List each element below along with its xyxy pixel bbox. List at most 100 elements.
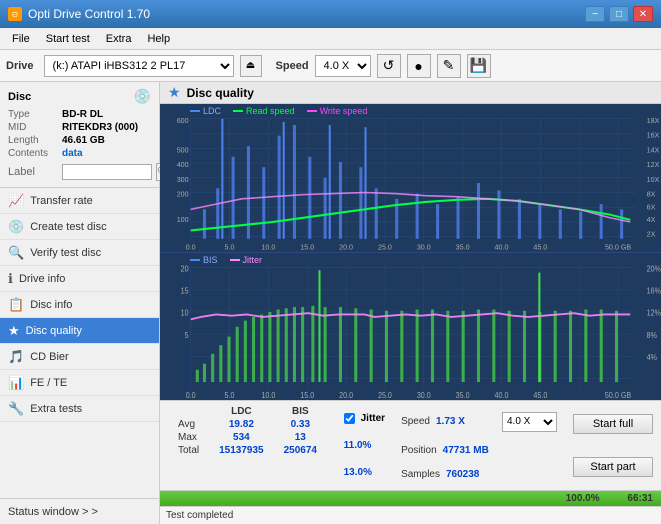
bis-chart-legend: BIS Jitter	[190, 255, 262, 265]
nav-verify-test-disc[interactable]: 🔍 Verify test disc	[0, 240, 159, 266]
record-button[interactable]: ●	[407, 54, 431, 78]
label-input[interactable]	[62, 164, 152, 180]
jitter-max-value: 13.0%	[344, 467, 372, 478]
svg-text:5: 5	[185, 330, 190, 340]
svg-text:40.0: 40.0	[495, 390, 509, 400]
max-bis: 13	[274, 431, 327, 444]
read-speed-legend: Read speed	[233, 106, 295, 116]
ldc-legend-label: LDC	[203, 106, 221, 116]
avg-label: Avg	[168, 418, 209, 431]
nav-transfer-rate[interactable]: 📈 Transfer rate	[0, 188, 159, 214]
label-row: Label 🔍	[8, 163, 151, 181]
drive-label: Drive	[6, 60, 34, 72]
svg-text:35.0: 35.0	[456, 242, 470, 251]
jitter-section: Jitter 11.0% 13.0%	[336, 401, 393, 490]
edit-button[interactable]: ✎	[437, 54, 461, 78]
status-text: Test completed	[166, 510, 233, 521]
disc-info-icon: 📋	[8, 297, 24, 313]
svg-text:8%: 8%	[647, 330, 657, 340]
type-field: Type BD-R DL	[8, 109, 151, 120]
speed-row: Speed 1.73 X 4.0 X	[401, 412, 557, 432]
nav-extra-tests[interactable]: 🔧 Extra tests	[0, 396, 159, 422]
content-area: ★ Disc quality LDC Read speed	[160, 82, 661, 524]
nav-cd-bier[interactable]: 🎵 CD Bier	[0, 344, 159, 370]
total-label: Total	[168, 444, 209, 457]
refresh-button[interactable]: ↺	[377, 54, 401, 78]
transfer-rate-icon: 📈	[8, 193, 24, 209]
menu-start-test[interactable]: Start test	[38, 31, 98, 47]
progress-text: 100.0% 66:31	[566, 493, 653, 504]
toolbar: Drive (k:) ATAPI iHBS312 2 PL17 ⏏ Speed …	[0, 50, 661, 82]
svg-text:30.0: 30.0	[417, 390, 431, 400]
jitter-avg-row: 11.0%	[344, 440, 385, 451]
svg-text:12%: 12%	[647, 308, 661, 318]
position-key: Position	[401, 445, 437, 456]
menu-bar: File Start test Extra Help	[0, 28, 661, 50]
svg-text:50.0 GB: 50.0 GB	[605, 390, 631, 400]
nav-disc-info[interactable]: 📋 Disc info	[0, 292, 159, 318]
svg-text:20%: 20%	[647, 263, 661, 273]
label-label: Label	[8, 166, 58, 178]
nav-disc-quality[interactable]: ★ Disc quality	[0, 318, 159, 344]
speed-select[interactable]: 4.0 X	[502, 412, 557, 432]
speed-selector[interactable]: 4.0 X 2.0 X 8.0 X	[315, 55, 371, 77]
menu-help[interactable]: Help	[139, 31, 178, 47]
svg-text:8X: 8X	[647, 190, 656, 199]
svg-text:20.0: 20.0	[339, 390, 353, 400]
maximize-button[interactable]: □	[609, 6, 629, 22]
disc-panel-title: Disc	[8, 91, 31, 103]
total-ldc: 15137935	[209, 444, 274, 457]
save-button[interactable]: 💾	[467, 54, 491, 78]
nav-disc-quality-label: Disc quality	[26, 325, 82, 337]
main-layout: Disc 💿 Type BD-R DL MID RITEKDR3 (000) L…	[0, 82, 661, 524]
svg-text:30.0: 30.0	[417, 242, 431, 251]
mid-value: RITEKDR3 (000)	[62, 122, 138, 133]
start-part-button[interactable]: Start part	[573, 457, 653, 477]
svg-text:14X: 14X	[647, 145, 660, 154]
jitter-legend: Jitter	[230, 255, 263, 265]
svg-text:4X: 4X	[647, 215, 656, 224]
nav-drive-info-label: Drive info	[19, 273, 65, 285]
max-row: Max 534 13	[168, 431, 327, 444]
avg-bis: 0.33	[274, 418, 327, 431]
length-value: 46.61 GB	[62, 135, 105, 146]
jitter-max-row: 13.0%	[344, 467, 385, 478]
svg-text:0.0: 0.0	[186, 242, 196, 251]
start-full-button[interactable]: Start full	[573, 414, 653, 434]
menu-file[interactable]: File	[4, 31, 38, 47]
minimize-button[interactable]: −	[585, 6, 605, 22]
speed-value: 1.73 X	[436, 416, 496, 427]
jitter-checkbox[interactable]	[344, 413, 355, 424]
ldc-chart-svg: 600 500 400 300 200 100 18X 16X 14X 12X …	[160, 104, 661, 252]
length-field: Length 46.61 GB	[8, 135, 151, 146]
close-button[interactable]: ✕	[633, 6, 653, 22]
svg-text:0.0: 0.0	[186, 390, 196, 400]
disc-panel-header: Disc 💿	[8, 88, 151, 105]
nav-fe-te[interactable]: 📊 FE / TE	[0, 370, 159, 396]
stats-bar: LDC BIS Avg 19.82 0.33 Max	[160, 400, 661, 490]
nav-create-test-disc[interactable]: 💿 Create test disc	[0, 214, 159, 240]
svg-text:10.0: 10.0	[261, 242, 275, 251]
svg-text:16%: 16%	[647, 285, 661, 295]
eject-button[interactable]: ⏏	[240, 55, 262, 77]
svg-text:10: 10	[181, 308, 189, 318]
charts-area: LDC Read speed Write speed	[160, 104, 661, 400]
avg-row: Avg 19.82 0.33	[168, 418, 327, 431]
drive-selector[interactable]: (k:) ATAPI iHBS312 2 PL17	[44, 55, 234, 77]
nav-drive-info[interactable]: ℹ Drive info	[0, 266, 159, 292]
svg-text:10.0: 10.0	[261, 390, 275, 400]
contents-value: data	[62, 148, 83, 159]
speed-label: Speed	[276, 60, 309, 72]
progress-percent: 100.0%	[566, 493, 600, 504]
jitter-label: Jitter	[361, 413, 385, 424]
nav-create-test-disc-label: Create test disc	[30, 221, 106, 233]
svg-text:5.0: 5.0	[225, 390, 235, 400]
speed-key: Speed	[401, 416, 430, 427]
menu-extra[interactable]: Extra	[98, 31, 140, 47]
svg-text:5.0: 5.0	[225, 242, 235, 251]
cd-bier-icon: 🎵	[8, 349, 24, 365]
sidebar: Disc 💿 Type BD-R DL MID RITEKDR3 (000) L…	[0, 82, 160, 524]
status-window-button[interactable]: Status window > >	[0, 498, 159, 524]
ldc-chart-legend: LDC Read speed Write speed	[190, 106, 367, 116]
nav-items: 📈 Transfer rate 💿 Create test disc 🔍 Ver…	[0, 188, 159, 498]
